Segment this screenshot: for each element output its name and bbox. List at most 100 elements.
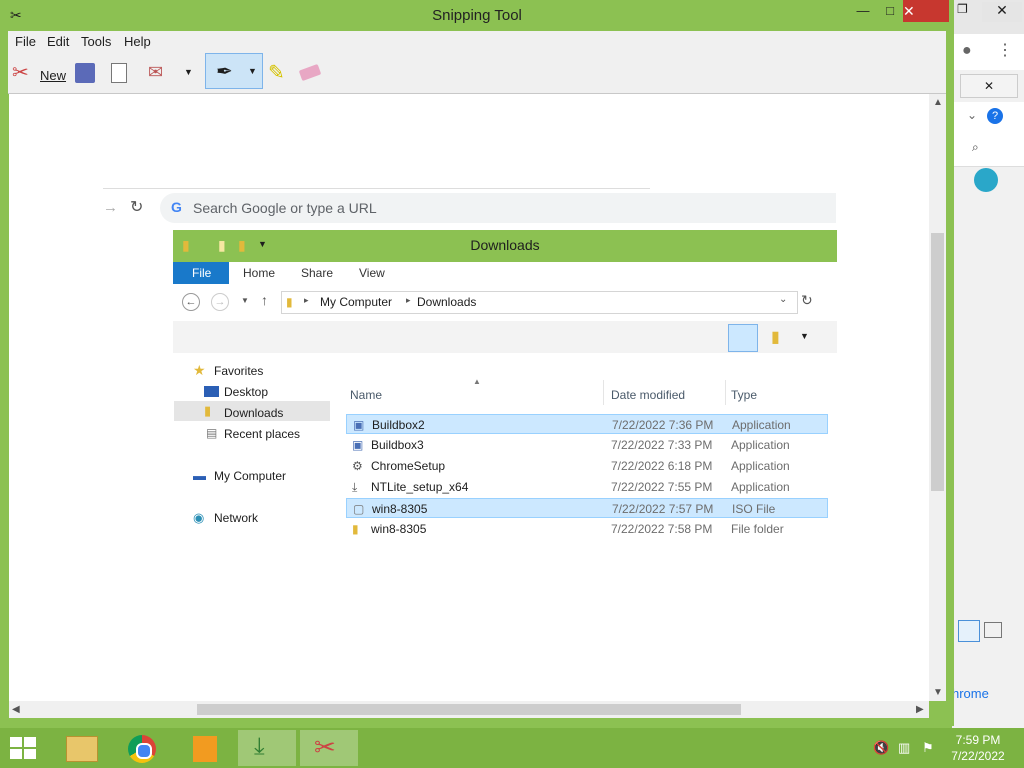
recent-places-icon: ▤ — [206, 426, 218, 440]
omnibox-placeholder: Search Google or type a URL — [193, 200, 377, 216]
computer-icon: ▬ — [193, 468, 206, 483]
breadcrumb-downloads: Downloads — [417, 295, 477, 309]
snip-canvas[interactable]: → ↻ G Search Google or type a URL ▮ ▮ ▮ … — [9, 94, 929, 701]
copy-icon — [111, 63, 127, 83]
breadcrumb-computer: My Computer — [320, 295, 393, 309]
send-snip-button[interactable]: ✉ ▼ — [146, 59, 194, 87]
chevron-down-icon: ⌄ — [779, 294, 788, 305]
preview-view-icon[interactable] — [984, 622, 1002, 638]
action-center-icon[interactable]: ⚑ — [922, 740, 934, 756]
maximize-button[interactable]: □ — [878, 1, 902, 22]
chevron-down-icon: ▼ — [800, 331, 809, 341]
search-icon[interactable]: ⌕ — [972, 140, 979, 155]
network-icon: ◉ — [193, 510, 205, 525]
folder-check-icon: ▮ — [771, 329, 780, 346]
save-button[interactable] — [74, 59, 98, 87]
scissors-icon: ✂ — [12, 62, 29, 84]
menu-bar: File Edit Tools Help — [8, 31, 946, 53]
windows-logo-pane — [24, 749, 36, 759]
taskbar-package[interactable] — [176, 730, 234, 766]
menu-file[interactable]: File — [15, 34, 36, 49]
scroll-right-icon[interactable]: ▶ — [916, 704, 924, 715]
nav-desktop: Desktop — [224, 385, 269, 399]
scroll-up-icon[interactable]: ▲ — [933, 97, 943, 108]
start-button[interactable] — [10, 737, 38, 759]
view-command-bar: ▮ ▼ — [173, 321, 837, 353]
download-icon: ⤓ — [254, 733, 265, 760]
tab-view: View — [359, 266, 385, 280]
vertical-scroll-thumb[interactable] — [931, 233, 944, 491]
forward-icon: → — [211, 293, 229, 311]
file-date: 7/22/2022 7:57 PM — [612, 502, 714, 516]
volume-muted-icon[interactable]: 🔇 — [873, 740, 889, 756]
installer-icon: ⚙ — [352, 459, 363, 473]
scroll-down-icon[interactable]: ▼ — [933, 687, 943, 698]
pen-button[interactable]: ✒ ▼ — [205, 53, 263, 89]
app-icon: ▣ — [352, 438, 364, 452]
explorer-title: Downloads — [470, 237, 540, 253]
bg-close-button[interactable]: ✕ — [982, 2, 1022, 22]
folder-icon: ▮ — [352, 522, 359, 536]
file-type: File folder — [731, 522, 784, 536]
file-date: 7/22/2022 7:36 PM — [612, 418, 714, 432]
chevron-down-icon[interactable]: ⌄ — [967, 108, 977, 122]
nav-favorites: Favorites — [214, 364, 264, 378]
file-row: ▣ Buildbox3 7/22/2022 7:33 PM Applicatio… — [346, 435, 828, 455]
file-type: Application — [731, 459, 790, 473]
bg-chrome-label[interactable]: hrome — [952, 686, 989, 701]
taskbar-chrome[interactable] — [114, 730, 172, 766]
file-row: ▮ win8-8305 7/22/2022 7:58 PM File folde… — [346, 519, 828, 539]
more-menu-icon[interactable]: ⋮ — [997, 40, 1013, 60]
snipping-tool-window: ✂ Snipping Tool — □ ✕ File Edit Tools He… — [0, 0, 954, 726]
details-view-icon[interactable] — [958, 620, 980, 642]
file-type: ISO File — [732, 502, 776, 516]
bg-search-row: ⌕ — [952, 134, 1024, 167]
taskbar-file-explorer[interactable] — [52, 730, 110, 766]
address-bar-row: ← → ▼ ↑ ▮ ▸ My Computer ▸ Downloads ⌄ ↻ — [173, 284, 837, 322]
help-icon[interactable]: ? — [987, 108, 1003, 124]
highlighter-button[interactable]: ✎ — [266, 59, 290, 87]
menu-edit[interactable]: Edit — [47, 34, 69, 49]
file-row: ⚙ ChromeSetup 7/22/2022 6:18 PM Applicat… — [346, 456, 828, 476]
eraser-button[interactable] — [298, 59, 324, 87]
file-explorer-icon — [66, 736, 98, 762]
captured-divider — [103, 188, 650, 189]
clock[interactable]: 7:59 PM 7/22/2022 — [938, 732, 1018, 764]
windows-logo-icon — [10, 737, 22, 747]
save-icon — [75, 63, 95, 83]
horizontal-scroll-thumb[interactable] — [197, 704, 741, 715]
network-status-icon[interactable]: ▥ — [898, 740, 910, 756]
menu-tools[interactable]: Tools — [81, 34, 111, 49]
taskbar-snipping-tool[interactable]: ✂ — [300, 730, 358, 766]
profile-icon[interactable]: ● — [962, 42, 972, 60]
shell-icon[interactable] — [974, 168, 998, 192]
new-snip-button[interactable]: ✂ New — [10, 59, 68, 87]
package-icon — [193, 736, 217, 762]
close-button[interactable]: ✕ — [903, 0, 949, 22]
file-name: win8-8305 — [372, 502, 428, 516]
clock-date: 7/22/2022 — [951, 749, 1005, 763]
file-type: Application — [731, 480, 790, 494]
minimize-button[interactable]: — — [850, 1, 876, 22]
nav-downloads: Downloads — [224, 406, 284, 420]
sort-ascending-icon: ▲ — [473, 377, 481, 386]
new-label: New — [40, 68, 67, 83]
menu-help[interactable]: Help — [124, 34, 151, 49]
taskbar-downloads[interactable]: ⤓ — [238, 730, 296, 766]
nav-computer: My Computer — [214, 469, 287, 483]
back-icon: ← — [182, 293, 200, 311]
forward-arrow-icon: → — [103, 199, 118, 216]
bg-dialog-close-button[interactable]: ✕ — [960, 74, 1018, 98]
column-divider — [603, 380, 604, 405]
captured-omnibox: G Search Google or type a URL — [160, 193, 836, 223]
chevron-down-icon: ▼ — [241, 296, 249, 305]
column-type: Type — [731, 388, 758, 402]
preview-pane-icon — [728, 324, 758, 352]
background-chrome-window[interactable]: ❐ ✕ ● ⋮ ✕ ⌄ ? ⌕ hrome — [952, 0, 1024, 728]
restore-icon[interactable]: ❐ — [957, 2, 968, 16]
copy-button[interactable] — [108, 59, 132, 87]
file-row: ⤓ NTLite_setup_x64 7/22/2022 7:55 PM App… — [346, 477, 828, 497]
scroll-left-icon[interactable]: ◀ — [12, 704, 20, 715]
send-mail-icon: ✉ — [148, 62, 164, 82]
title-bar[interactable]: ✂ Snipping Tool — □ ✕ — [0, 0, 954, 31]
